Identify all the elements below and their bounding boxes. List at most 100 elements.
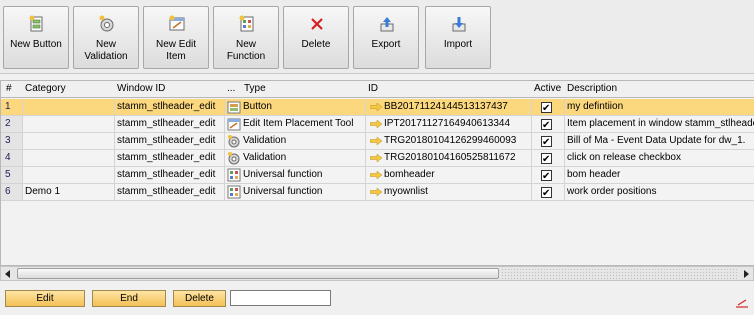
end-button[interactable]: End <box>92 290 166 307</box>
link-arrow-icon[interactable] <box>370 154 382 162</box>
active-checkbox[interactable] <box>541 118 552 132</box>
type-label: Button <box>243 101 272 112</box>
input-field[interactable] <box>230 290 331 306</box>
new-button-button[interactable]: New Button <box>3 6 69 69</box>
window-id-cell[interactable]: stamm_stlheader_edit <box>115 184 225 201</box>
active-checkbox[interactable] <box>541 101 552 115</box>
column-header-category[interactable]: Category <box>25 83 66 94</box>
row-number[interactable]: 5 <box>1 167 23 184</box>
category-cell[interactable] <box>23 99 115 116</box>
column-header-type[interactable]: Type <box>244 83 266 94</box>
type-label: Validation <box>243 152 287 163</box>
table-row[interactable]: 2 stamm_stlheader_edit Edit Item Placement… <box>1 116 754 133</box>
id-cell[interactable]: myownlist <box>366 184 532 201</box>
delete-label: Delete <box>301 39 331 50</box>
export-button[interactable]: Export <box>353 6 419 69</box>
import-button[interactable]: Import <box>425 6 491 69</box>
link-arrow-icon[interactable] <box>370 120 382 128</box>
table-row[interactable]: 4 stamm_stlheader_edit Validation TRG201801… <box>1 150 754 167</box>
column-header-more[interactable]: ... <box>227 83 235 94</box>
active-checkbox[interactable] <box>541 186 552 200</box>
window-id-cell[interactable]: stamm_stlheader_edit <box>115 167 225 184</box>
window-id-cell[interactable]: stamm_stlheader_edit <box>115 133 225 150</box>
scroll-right-icon[interactable] <box>741 269 751 279</box>
export-label: Export <box>371 39 401 50</box>
description-cell[interactable]: Bill of Ma - Event Data Update for dw_1. <box>565 133 754 150</box>
new-function-button[interactable]: New Function <box>213 6 279 69</box>
category-cell[interactable] <box>23 133 115 150</box>
row-number[interactable]: 3 <box>1 133 23 150</box>
column-header-num[interactable]: # <box>6 83 12 94</box>
delete-row-button[interactable]: Delete <box>173 290 226 307</box>
active-checkbox[interactable] <box>541 135 552 149</box>
new-edit-item-button[interactable]: New Edit Item <box>143 6 209 69</box>
active-cell[interactable] <box>532 150 565 167</box>
active-cell[interactable] <box>532 133 565 150</box>
table-row[interactable]: 3 stamm_stlheader_edit Validation TRG201801… <box>1 133 754 150</box>
type-label: Validation <box>243 135 287 146</box>
description-cell[interactable]: click on release checkbox <box>565 150 754 167</box>
type-cell[interactable]: Validation <box>225 133 366 150</box>
active-checkbox[interactable] <box>541 169 552 183</box>
delete-button[interactable]: Delete <box>283 6 349 69</box>
type-cell[interactable]: Edit Item Placement Tool <box>225 116 366 133</box>
description-cell[interactable]: Item placement in window stamm_stlheader… <box>565 116 754 133</box>
description-cell[interactable]: work order positions <box>565 184 754 201</box>
id-value: TRG20180104126299460093 <box>384 135 517 146</box>
row-number[interactable]: 4 <box>1 150 23 167</box>
column-header-active[interactable]: Active <box>534 83 561 94</box>
active-cell[interactable] <box>532 116 565 133</box>
id-cell[interactable]: IPT20171127164940613344 <box>366 116 532 133</box>
table-row[interactable]: 5 stamm_stlheader_edit Universal function b… <box>1 167 754 184</box>
row-number[interactable]: 1 <box>1 99 23 116</box>
category-cell[interactable]: Demo 1 <box>23 184 115 201</box>
active-cell[interactable] <box>532 167 565 184</box>
scrollbar-track[interactable] <box>501 268 739 279</box>
new-button-icon <box>29 15 43 32</box>
window-id-cell[interactable]: stamm_stlheader_edit <box>115 150 225 167</box>
type-cell[interactable]: Validation <box>225 150 366 167</box>
new-edit-item-icon <box>169 15 185 31</box>
validation-icon <box>228 135 240 148</box>
table-row[interactable]: 6 Demo 1 stamm_stlheader_edit Universal fun… <box>1 184 754 201</box>
column-header-window-id[interactable]: Window ID <box>117 83 165 94</box>
active-cell[interactable] <box>532 99 565 116</box>
category-cell[interactable] <box>23 150 115 167</box>
function-icon <box>227 168 241 182</box>
window-id-cell[interactable]: stamm_stlheader_edit <box>115 99 225 116</box>
link-arrow-icon[interactable] <box>370 103 382 111</box>
link-arrow-icon[interactable] <box>370 137 382 145</box>
id-cell[interactable]: bomheader <box>366 167 532 184</box>
active-cell[interactable] <box>532 184 565 201</box>
description-cell[interactable]: my defintiion <box>565 99 754 116</box>
id-value: myownlist <box>384 186 428 197</box>
toolbar: New Button New Validation New Edit Item … <box>0 0 754 74</box>
scrollbar-thumb[interactable] <box>17 268 499 279</box>
type-cell[interactable]: Universal function <box>225 184 366 201</box>
column-header-id[interactable]: ID <box>368 83 378 94</box>
type-cell[interactable]: Universal function <box>225 167 366 184</box>
row-number[interactable]: 2 <box>1 116 23 133</box>
id-cell[interactable]: BB20171124144513137437 <box>366 99 532 116</box>
link-arrow-icon[interactable] <box>370 171 382 179</box>
new-validation-button[interactable]: New Validation <box>73 6 139 69</box>
id-cell[interactable]: TRG20180104126299460093 <box>366 133 532 150</box>
category-cell[interactable] <box>23 167 115 184</box>
table-row[interactable]: 1 stamm_stlheader_edit Button BB20171124144… <box>1 99 754 116</box>
type-label: Edit Item Placement Tool <box>243 118 354 129</box>
edit-button[interactable]: Edit <box>5 290 85 307</box>
description-cell[interactable]: bom header <box>565 167 754 184</box>
row-number[interactable]: 6 <box>1 184 23 201</box>
id-cell[interactable]: TRG20180104160525811672 <box>366 150 532 167</box>
window-id-cell[interactable]: stamm_stlheader_edit <box>115 116 225 133</box>
rules-grid: # Category Window ID ... Type ID Active … <box>0 80 754 266</box>
type-cell[interactable]: Button <box>225 99 366 116</box>
scroll-left-icon[interactable] <box>3 269 13 279</box>
column-header-description[interactable]: Description <box>567 83 617 94</box>
resize-grip-icon[interactable] <box>735 298 749 308</box>
horizontal-scrollbar[interactable] <box>0 266 754 281</box>
active-checkbox[interactable] <box>541 152 552 166</box>
category-cell[interactable] <box>23 116 115 133</box>
link-arrow-icon[interactable] <box>370 188 382 196</box>
id-value: TRG20180104160525811672 <box>384 152 516 163</box>
